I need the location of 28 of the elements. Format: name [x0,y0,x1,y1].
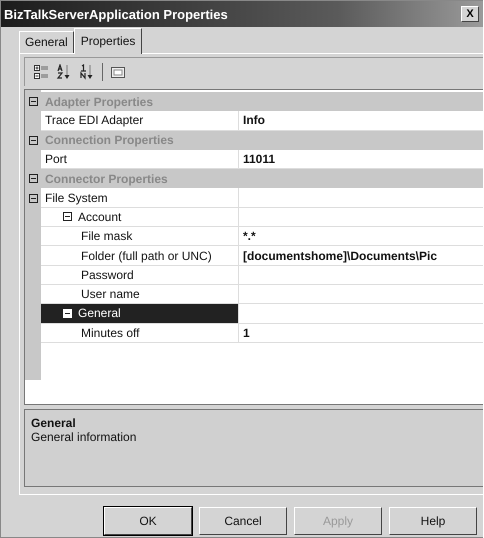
description-title: General [31,416,77,430]
dialog-button[interactable]: Cancel [199,507,287,535]
sort-alphabetical-icon[interactable] [56,64,72,80]
collapse-icon[interactable] [28,136,38,145]
dialog-button[interactable]: Help [389,507,477,535]
description-text: General information [31,430,138,444]
window-title: BizTalkServerApplication Properties [4,6,228,22]
collapse-icon[interactable] [28,97,38,106]
collapse-icon[interactable] [63,212,72,222]
property-name[interactable]: General [41,304,239,324]
property-name[interactable]: Folder (full path or UNC) [41,246,239,266]
property-name[interactable]: File mask [41,227,239,246]
property-pages-icon[interactable] [110,64,126,80]
property-name[interactable]: File System [41,188,239,208]
collapse-icon[interactable] [28,174,38,184]
close-button[interactable]: X [461,6,479,22]
property-name[interactable]: Account [41,208,239,228]
property-name[interactable]: Password [41,266,239,285]
tab[interactable]: General [19,31,74,53]
property-name[interactable]: Minutes off [41,324,239,343]
tab[interactable]: Properties [74,28,142,54]
value-cell[interactable]: [documentshome]\Documents\Pic [239,246,483,266]
value-cell[interactable]: *.* [239,227,483,246]
dialog-button[interactable]: OK [104,507,192,535]
sort-numeric-icon[interactable] [79,64,95,80]
collapse-icon[interactable] [28,194,38,203]
value-cell[interactable]: 1 [239,324,483,343]
categorized-icon[interactable] [33,64,49,80]
